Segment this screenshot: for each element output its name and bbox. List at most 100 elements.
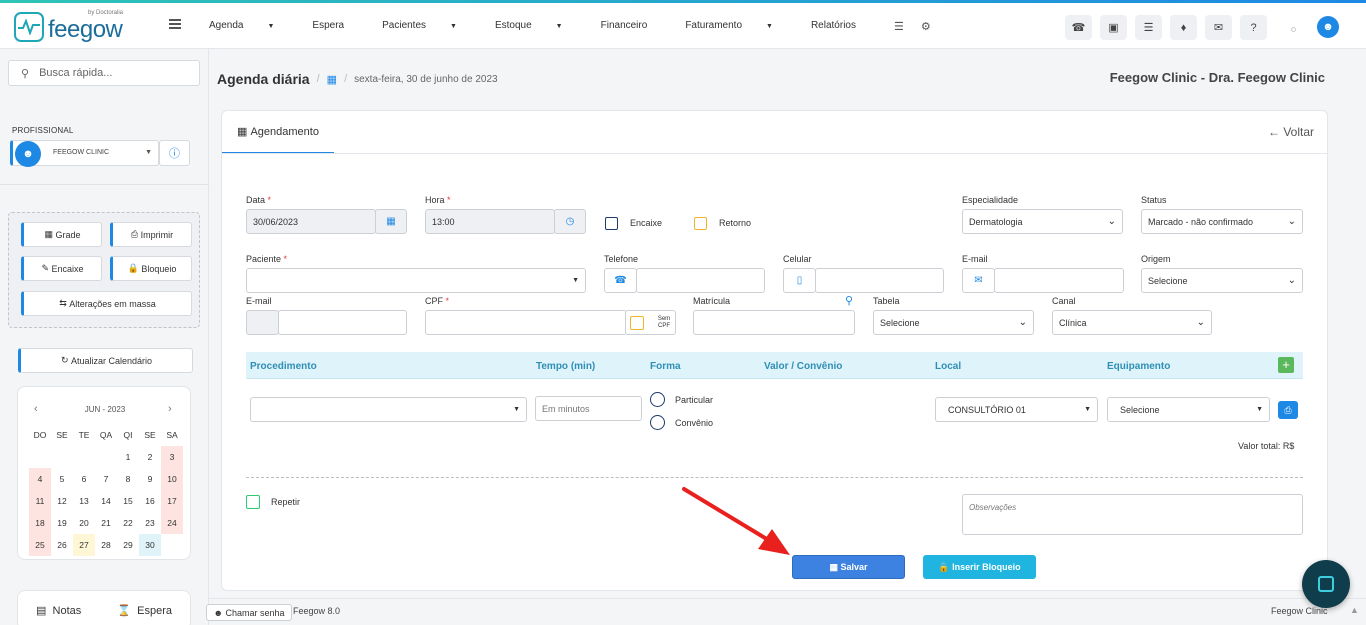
chat-icon[interactable]: ✉	[1205, 15, 1232, 40]
forma-convenio-radio[interactable]	[650, 415, 665, 430]
hora-input[interactable]: 13:00	[425, 209, 555, 234]
calendar-day[interactable]	[51, 446, 73, 468]
calendar-day[interactable]: 22	[117, 512, 139, 534]
forma-particular-radio[interactable]	[650, 392, 665, 407]
search-input[interactable]: ⚲ Busca rápida...	[8, 60, 200, 86]
email-input[interactable]	[994, 268, 1124, 293]
grade-button[interactable]: ▦ Grade	[21, 222, 102, 247]
equipamento-select[interactable]: Selecione ▼	[1107, 397, 1270, 422]
calendar-day[interactable]: 13	[73, 490, 95, 512]
calendar-day[interactable]	[73, 446, 95, 468]
espera-tab[interactable]: ⌛ Espera	[117, 604, 172, 617]
bell-icon[interactable]: ♦	[1170, 15, 1197, 40]
calendar-day[interactable]: 18	[29, 512, 51, 534]
celular-input[interactable]	[815, 268, 944, 293]
inbox-icon[interactable]: ▣	[1100, 15, 1127, 40]
help-icon[interactable]: ?	[1240, 15, 1267, 40]
encaixe-button[interactable]: ✎ Encaixe	[21, 256, 102, 281]
search-icon[interactable]: ⚲	[845, 294, 853, 307]
calendar-picker-icon[interactable]: ▦	[375, 209, 407, 234]
nav-agenda[interactable]: Agenda ▼	[209, 20, 293, 33]
calendar-day[interactable]: 5	[51, 468, 73, 490]
calendar-day[interactable]	[29, 446, 51, 468]
info-button[interactable]: ⓘ	[159, 140, 190, 166]
calendar-day[interactable]: 25	[29, 534, 51, 556]
cpf-input[interactable]	[425, 310, 627, 335]
nav-espera[interactable]: Espera	[312, 20, 363, 33]
calendar-day[interactable]: 12	[51, 490, 73, 512]
nav-pacientes[interactable]: Pacientes ▼	[382, 20, 476, 33]
calendar-day[interactable]: 14	[95, 490, 117, 512]
matricula-input[interactable]	[693, 310, 855, 335]
add-procedimento-button[interactable]: +	[1278, 357, 1294, 373]
calendar-day[interactable]: 23	[139, 512, 161, 534]
sem-cpf-checkbox[interactable]	[630, 315, 644, 330]
calendar-day[interactable]: 11	[29, 490, 51, 512]
telefone-input[interactable]	[636, 268, 765, 293]
tab-agendamento[interactable]: ▦ Agendamento	[222, 111, 334, 154]
especialidade-select[interactable]: Dermatologia ⌄	[962, 209, 1123, 234]
scroll-up-icon[interactable]: ▲	[1350, 605, 1359, 615]
calendar-day[interactable]: 17	[161, 490, 183, 512]
phone-icon[interactable]: ☎	[1065, 15, 1092, 40]
nav-estoque[interactable]: Estoque ▼	[495, 20, 582, 33]
calendar-day-highlight[interactable]: 27	[73, 534, 95, 556]
calendar-day-selected[interactable]: 30	[139, 534, 161, 556]
canal-select[interactable]: Clínica ⌄	[1052, 310, 1212, 335]
email2-input[interactable]	[278, 310, 407, 335]
calendar-day[interactable]: 8	[117, 468, 139, 490]
voltar-link[interactable]: ← Voltar	[1268, 125, 1314, 139]
database-icon[interactable]: ☰	[894, 20, 904, 33]
calendar-day[interactable]: 9	[139, 468, 161, 490]
paciente-select[interactable]: ▼	[246, 268, 586, 293]
sem-cpf-toggle[interactable]: Sem CPF	[625, 310, 676, 335]
calendar-day[interactable]: 4	[29, 468, 51, 490]
floating-widget-button[interactable]	[1302, 560, 1350, 608]
profissional-select[interactable]: ☻ FEEGOW CLINIC ▼	[10, 140, 159, 167]
calendar-day[interactable]: 20	[73, 512, 95, 534]
calendar-day[interactable]: 28	[95, 534, 117, 556]
inserir-bloqueio-button[interactable]: 🔒 Inserir Bloqueio	[923, 555, 1036, 579]
status-select[interactable]: Marcado - não confirmado ⌄	[1141, 209, 1303, 234]
feegow-logo[interactable]: feegow by Doctoralia	[14, 10, 123, 42]
notas-tab[interactable]: ▤ Notas	[36, 604, 81, 617]
calendar-day[interactable]: 24	[161, 512, 183, 534]
user-avatar-icon[interactable]: ☻	[1317, 16, 1339, 38]
repetir-checkbox[interactable]	[246, 495, 260, 509]
nav-financeiro[interactable]: Financeiro	[601, 20, 667, 33]
calendar-day[interactable]: 19	[51, 512, 73, 534]
menu-toggle-icon[interactable]	[169, 19, 181, 29]
local-select[interactable]: CONSULTÓRIO 01 ▼	[935, 397, 1098, 422]
chamar-senha-button[interactable]: ☻ Chamar senha	[206, 604, 292, 621]
print-button[interactable]: ⎙	[1278, 401, 1298, 419]
alteracoes-em-massa-button[interactable]: ⇆ Alterações em massa	[21, 291, 192, 316]
calendar-day[interactable]: 1	[117, 446, 139, 468]
calendar-day[interactable]: 2	[139, 446, 161, 468]
calendar-day[interactable]: 29	[117, 534, 139, 556]
nav-faturamento[interactable]: Faturamento ▼	[685, 20, 792, 33]
encaixe-checkbox[interactable]	[605, 217, 618, 230]
tasks-icon[interactable]: ☰	[1135, 15, 1162, 40]
chevron-right-icon[interactable]: ›	[168, 403, 172, 415]
calendar-day[interactable]	[95, 446, 117, 468]
calendar-day[interactable]: 26	[51, 534, 73, 556]
origem-select[interactable]: Selecione ⌄	[1141, 268, 1303, 293]
calendar-day[interactable]: 6	[73, 468, 95, 490]
observacoes-textarea[interactable]: Observações	[962, 494, 1303, 535]
calendar-day[interactable]: 21	[95, 512, 117, 534]
tempo-input[interactable]: Em minutos	[535, 396, 642, 421]
salvar-button[interactable]: ▦ Salvar	[792, 555, 905, 579]
clock-icon[interactable]: ◷	[554, 209, 586, 234]
tabela-select[interactable]: Selecione ⌄	[873, 310, 1034, 335]
gear-icon[interactable]: ⚙	[921, 20, 931, 33]
retorno-checkbox[interactable]	[694, 217, 707, 230]
bloqueio-button[interactable]: 🔒 Bloqueio	[110, 256, 192, 281]
calendar-day[interactable]: 15	[117, 490, 139, 512]
calendar-day[interactable]: 10	[161, 468, 183, 490]
calendar-day[interactable]: 16	[139, 490, 161, 512]
calendar-day[interactable]: 3	[161, 446, 183, 468]
data-input[interactable]: 30/06/2023	[246, 209, 376, 234]
nav-relatorios[interactable]: Relatórios	[811, 20, 875, 33]
imprimir-button[interactable]: ⎙ Imprimir	[110, 222, 192, 247]
calendar-day[interactable]: 7	[95, 468, 117, 490]
